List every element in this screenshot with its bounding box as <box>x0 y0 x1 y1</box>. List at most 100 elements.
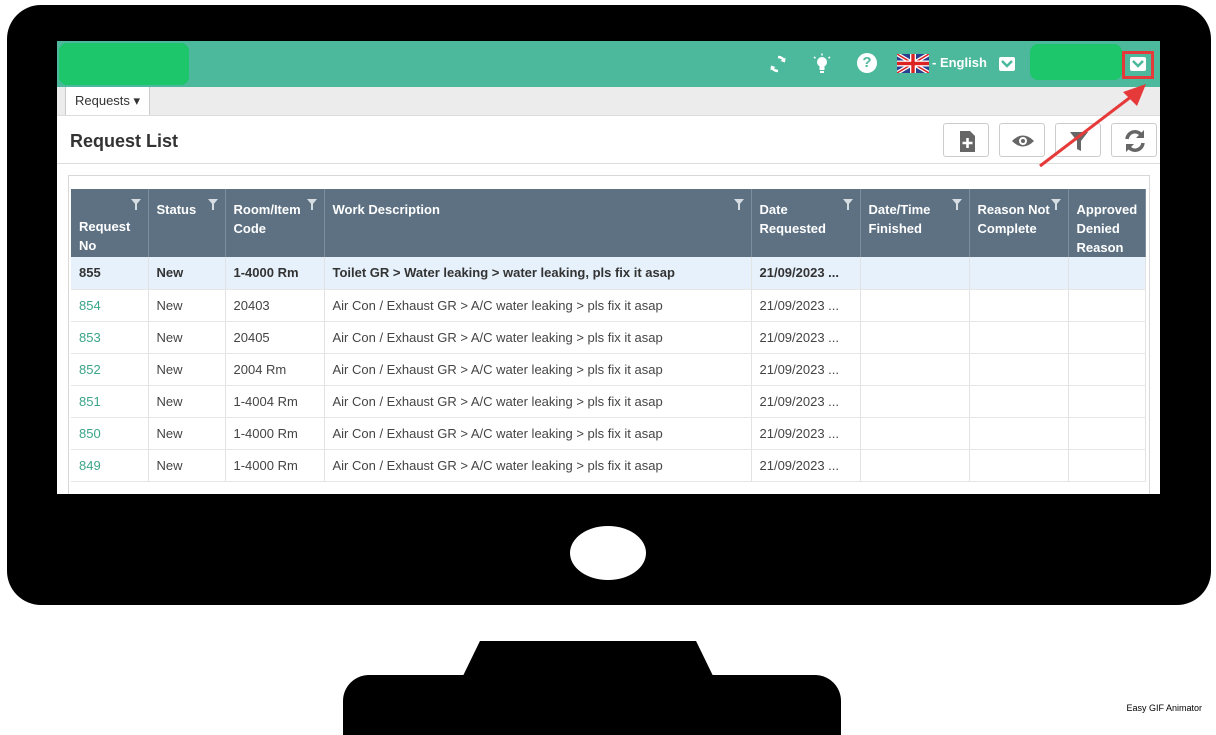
cell-approved-denied-reason <box>1068 289 1147 322</box>
cell-work-description: Air Con / Exhaust GR > A/C water leaking… <box>324 321 752 354</box>
cell-request-no[interactable]: 849 <box>71 449 149 482</box>
header-work-description[interactable]: Work Description <box>324 189 752 257</box>
cell-approved-denied-reason <box>1068 353 1147 386</box>
header-room-item-code[interactable]: Room/Item Code <box>225 189 325 257</box>
cell-reason-not-complete <box>969 321 1069 354</box>
table-row[interactable]: 852 New 2004 Rm Air Con / Exhaust GR > A/C … <box>71 353 1147 386</box>
cell-status: New <box>148 321 226 354</box>
redacted-username[interactable] <box>1030 44 1122 80</box>
cell-request-no[interactable]: 854 <box>71 289 149 322</box>
cell-date-time-finished <box>860 417 970 450</box>
cell-request-no[interactable]: 855 <box>71 257 149 290</box>
filter-icon[interactable] <box>951 199 962 210</box>
title-divider <box>57 163 1160 164</box>
cell-approved-denied-reason <box>1068 257 1147 290</box>
cell-approved-denied-reason <box>1068 385 1147 418</box>
cell-reason-not-complete <box>969 385 1069 418</box>
redacted-logo <box>59 43 189 85</box>
cell-reason-not-complete <box>969 257 1069 290</box>
table-row[interactable]: 853 New 20405 Air Con / Exhaust GR > A/C wa… <box>71 321 1147 354</box>
uk-flag-icon[interactable] <box>897 54 929 73</box>
cell-status: New <box>148 257 226 290</box>
cell-approved-denied-reason <box>1068 321 1147 354</box>
top-bar: ? - English <box>57 41 1160 87</box>
cell-reason-not-complete <box>969 417 1069 450</box>
cell-work-description: Air Con / Exhaust GR > A/C water leaking… <box>324 449 752 482</box>
filter-icon[interactable] <box>1050 199 1061 210</box>
cell-room-item-code: 1-4000 Rm <box>225 449 325 482</box>
cell-date-time-finished <box>860 449 970 482</box>
cell-status: New <box>148 385 226 418</box>
cell-request-no[interactable]: 851 <box>71 385 149 418</box>
eye-icon <box>1012 135 1034 147</box>
cell-work-description: Air Con / Exhaust GR > A/C water leaking… <box>324 417 752 450</box>
monitor-stand-base <box>343 675 841 735</box>
table-row[interactable]: 854 New 20403 Air Con / Exhaust GR > A/C wa… <box>71 289 1147 322</box>
view-button[interactable] <box>999 123 1045 157</box>
cell-approved-denied-reason <box>1068 449 1147 482</box>
header-approved-denied-reason[interactable]: Approved Denied Reason <box>1068 189 1147 257</box>
cell-date-time-finished <box>860 353 970 386</box>
cell-status: New <box>148 417 226 450</box>
requests-menu[interactable]: Requests ▾ <box>65 87 151 115</box>
cell-date-requested: 21/09/2023 ... <box>751 449 861 482</box>
page-title: Request List <box>70 131 179 151</box>
table-row[interactable]: 855 New 1-4000 Rm Toilet GR > Water leaking… <box>71 257 1147 290</box>
cell-request-no[interactable]: 853 <box>71 321 149 354</box>
cell-status: New <box>148 353 226 386</box>
filter-icon[interactable] <box>130 199 141 210</box>
header-reason-not-complete[interactable]: Reason Not Complete <box>969 189 1069 257</box>
cell-date-requested: 21/09/2023 ... <box>751 385 861 418</box>
table-row[interactable]: 851 New 1-4004 Rm Air Con / Exhaust GR > A/… <box>71 385 1147 418</box>
header-date-time-finished[interactable]: Date/Time Finished <box>860 189 970 257</box>
cell-date-requested: 21/09/2023 ... <box>751 417 861 450</box>
cell-date-time-finished <box>860 289 970 322</box>
refresh-button[interactable] <box>1111 123 1157 157</box>
cell-work-description: Toilet GR > Water leaking > water leakin… <box>324 257 752 290</box>
cell-date-requested: 21/09/2023 ... <box>751 321 861 354</box>
cell-room-item-code: 1-4004 Rm <box>225 385 325 418</box>
cell-date-time-finished <box>860 385 970 418</box>
cell-approved-denied-reason <box>1068 417 1147 450</box>
filter-icon[interactable] <box>207 199 218 210</box>
header-date-requested[interactable]: Date Requested <box>751 189 861 257</box>
cell-reason-not-complete <box>969 449 1069 482</box>
language-label[interactable]: - English <box>932 55 987 70</box>
cell-room-item-code: 1-4000 Rm <box>225 257 325 290</box>
cell-room-item-code: 20405 <box>225 321 325 354</box>
cell-reason-not-complete <box>969 289 1069 322</box>
monitor-power-button <box>570 526 646 580</box>
cell-work-description: Air Con / Exhaust GR > A/C water leaking… <box>324 385 752 418</box>
new-document-icon <box>960 131 975 152</box>
table-row[interactable]: 849 New 1-4000 Rm Air Con / Exhaust GR > A/… <box>71 449 1147 482</box>
header-request-no[interactable]: Request No <box>71 189 149 257</box>
cell-date-requested: 21/09/2023 ... <box>751 353 861 386</box>
table-row[interactable]: 850 New 1-4000 Rm Air Con / Exhaust GR > A/… <box>71 417 1147 450</box>
lightbulb-icon[interactable] <box>811 53 833 75</box>
cell-room-item-code: 1-4000 Rm <box>225 417 325 450</box>
cell-date-requested: 21/09/2023 ... <box>751 257 861 290</box>
cell-request-no[interactable]: 852 <box>71 353 149 386</box>
filter-icon <box>1070 132 1088 151</box>
sync-icon[interactable] <box>767 53 789 75</box>
cell-request-no[interactable]: 850 <box>71 417 149 450</box>
filter-button[interactable] <box>1055 123 1101 157</box>
filter-icon[interactable] <box>306 199 317 210</box>
language-dropdown-chevron-icon[interactable] <box>999 57 1015 71</box>
filter-icon[interactable] <box>733 199 744 210</box>
submenu-bar: Requests ▾ <box>57 87 1160 116</box>
cell-work-description: Air Con / Exhaust GR > A/C water leaking… <box>324 289 752 322</box>
filter-icon[interactable] <box>842 199 853 210</box>
cell-work-description: Air Con / Exhaust GR > A/C water leaking… <box>324 353 752 386</box>
new-request-button[interactable] <box>943 123 989 157</box>
cell-reason-not-complete <box>969 353 1069 386</box>
cell-room-item-code: 20403 <box>225 289 325 322</box>
header-status[interactable]: Status <box>148 189 226 257</box>
app-screen: ? - English Requests ▾ Request List Requ… <box>57 41 1160 494</box>
help-icon[interactable]: ? <box>857 53 877 73</box>
cell-date-time-finished <box>860 321 970 354</box>
watermark-text: Easy GIF Animator <box>1126 703 1202 713</box>
cell-room-item-code: 2004 Rm <box>225 353 325 386</box>
refresh-icon <box>1125 130 1145 152</box>
cell-date-time-finished <box>860 257 970 290</box>
